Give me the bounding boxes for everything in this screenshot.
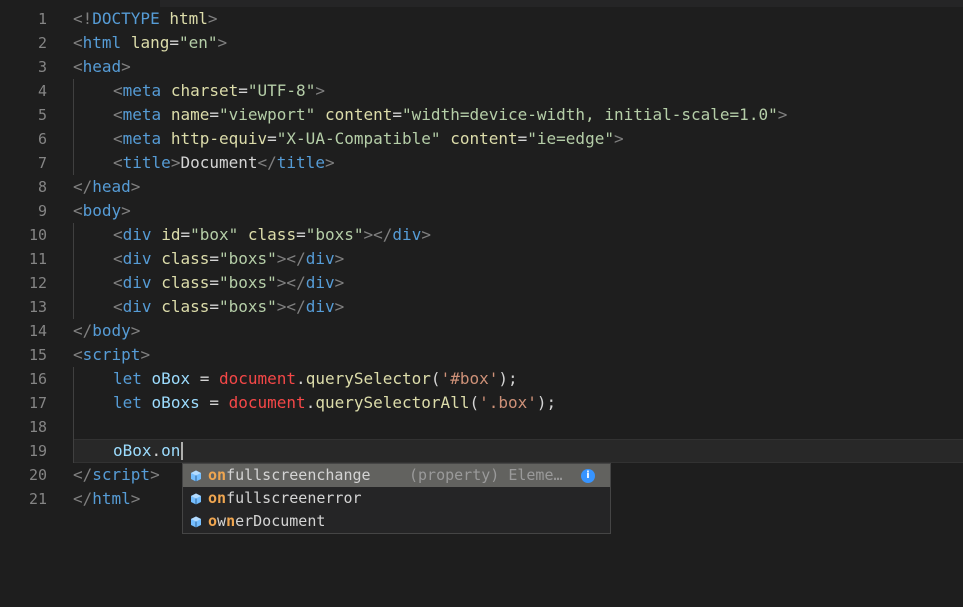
code-line[interactable]: <meta charset="UTF-8">	[113, 79, 325, 103]
suggestion-ownerdocument[interactable]: ownerDocument	[183, 510, 610, 533]
line-number: 15	[28, 346, 47, 364]
line-number: 20	[28, 466, 47, 484]
property-cube-icon	[191, 470, 201, 482]
code-line[interactable]: <div class="boxs"></div>	[113, 271, 344, 295]
line-number: 14	[28, 322, 47, 340]
line-number: 7	[37, 154, 47, 172]
current-line-highlight	[73, 439, 963, 463]
info-icon[interactable]: i	[581, 469, 595, 483]
code-line[interactable]: </body>	[73, 319, 140, 343]
code-line[interactable]: <title>Document</title>	[113, 151, 335, 175]
autocomplete-suggest-widget[interactable]: onfullscreenchange (property) Eleme… i o…	[182, 463, 611, 534]
code-line[interactable]: <html lang="en">	[73, 31, 227, 55]
line-number: 18	[28, 418, 47, 436]
code-line[interactable]: <div class="boxs"></div>	[113, 247, 344, 271]
indent-guide	[73, 367, 74, 463]
line-number: 6	[37, 130, 47, 148]
code-line[interactable]: let oBoxs = document.querySelectorAll('.…	[113, 391, 556, 415]
line-number: 4	[37, 82, 47, 100]
line-number: 5	[37, 106, 47, 124]
line-number: 3	[37, 58, 47, 76]
property-cube-icon	[191, 493, 201, 505]
line-number: 1	[37, 10, 47, 28]
line-number: 16	[28, 370, 47, 388]
line-number: 11	[28, 250, 47, 268]
suggestion-label: onfullscreenerror	[208, 489, 362, 507]
code-line[interactable]: oBox.on	[113, 439, 180, 463]
line-number: 9	[37, 202, 47, 220]
code-line[interactable]: <div id="box" class="boxs"></div>	[113, 223, 431, 247]
text-cursor	[181, 442, 183, 460]
code-line[interactable]: let oBox = document.querySelector('#box'…	[113, 367, 518, 391]
indent-guide	[73, 79, 74, 175]
code-line[interactable]: </html>	[73, 487, 140, 511]
line-number: 8	[37, 178, 47, 196]
code-line[interactable]: <meta name="viewport" content="width=dev…	[113, 103, 787, 127]
code-line[interactable]: <div class="boxs"></div>	[113, 295, 344, 319]
line-number: 2	[37, 34, 47, 52]
top-scroll-shadow	[160, 0, 963, 7]
suggestion-label: onfullscreenchange	[208, 466, 371, 484]
line-number: 21	[28, 490, 47, 508]
line-number: 12	[28, 274, 47, 292]
line-number-gutter: 1 2 3 4 5 6 7 8 9 10 11 12 13 14 15 16 1…	[0, 7, 60, 607]
code-line[interactable]: <body>	[73, 199, 131, 223]
code-line[interactable]: <!DOCTYPE html>	[73, 7, 218, 31]
code-line[interactable]: <meta http-equiv="X-UA-Compatible" conte…	[113, 127, 624, 151]
suggestion-detail: (property) Eleme…	[409, 466, 563, 484]
line-number: 17	[28, 394, 47, 412]
line-number: 13	[28, 298, 47, 316]
suggestion-onfullscreenerror[interactable]: onfullscreenerror	[183, 487, 610, 510]
suggestion-label: ownerDocument	[208, 512, 326, 530]
property-cube-icon	[191, 516, 201, 528]
code-line[interactable]: <script>	[73, 343, 150, 367]
code-line[interactable]: </head>	[73, 175, 140, 199]
suggestion-onfullscreenchange[interactable]: onfullscreenchange (property) Eleme… i	[183, 464, 610, 487]
indent-guide	[73, 223, 74, 319]
code-line[interactable]: <head>	[73, 55, 131, 79]
line-number: 10	[28, 226, 47, 244]
code-line[interactable]: </script>	[73, 463, 160, 487]
line-number: 19	[28, 442, 47, 460]
